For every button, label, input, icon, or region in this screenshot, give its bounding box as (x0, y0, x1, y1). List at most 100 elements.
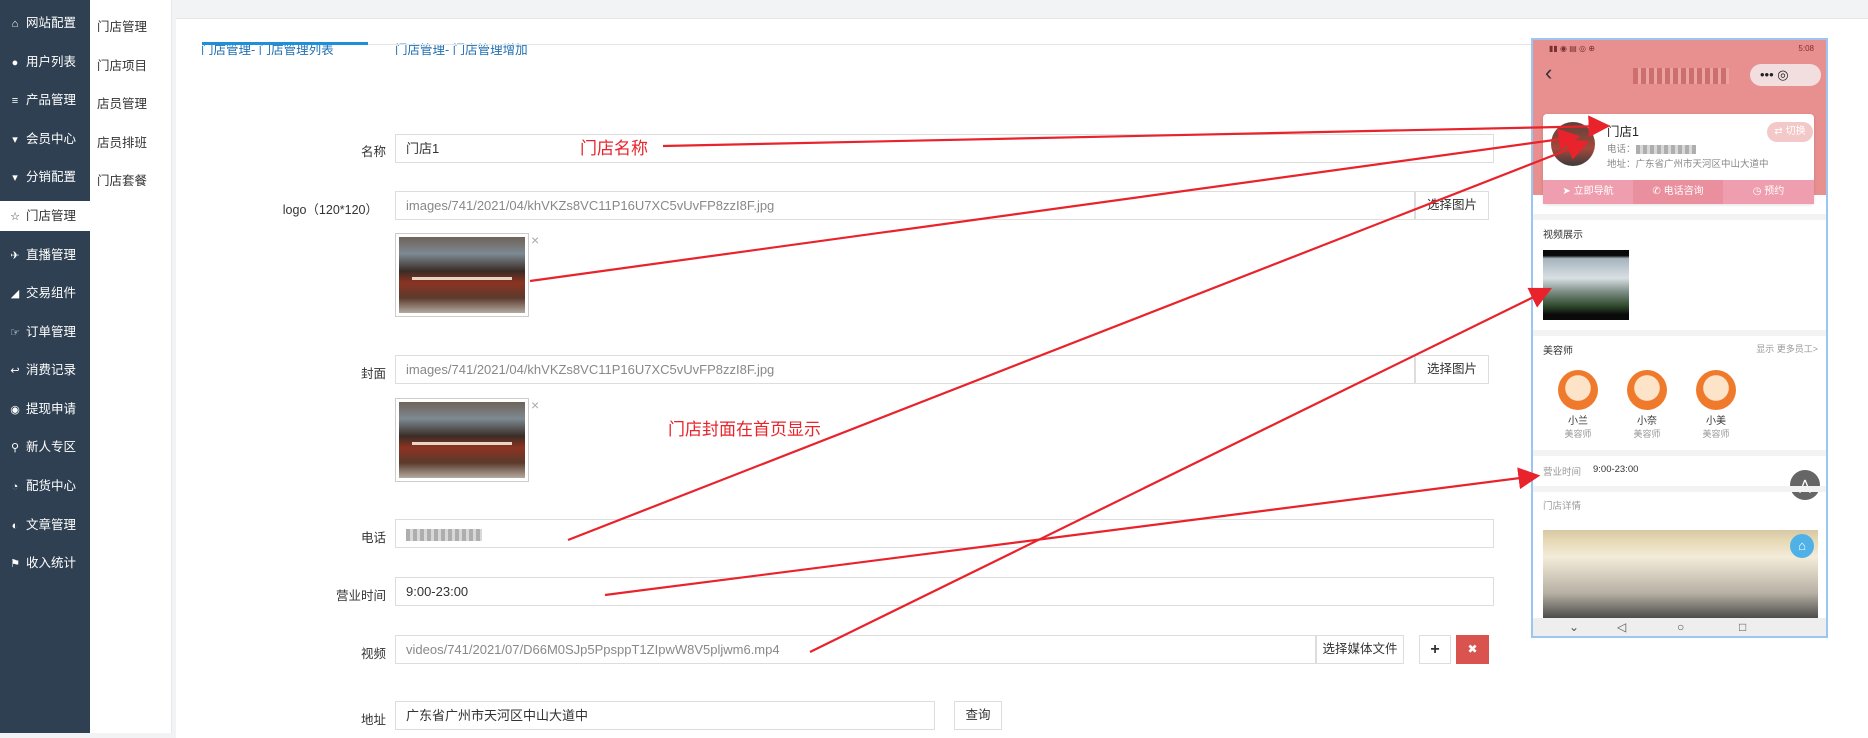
sidebar-item-label: 配货中心 (26, 479, 77, 493)
share-icon[interactable]: ⋀ (1790, 470, 1820, 500)
logo-remove-icon[interactable]: × (531, 232, 539, 248)
sidebar-item[interactable]: ▾ 会员中心 (0, 124, 90, 154)
cover-thumbnail (395, 398, 529, 482)
home-circle-icon[interactable]: ○ (1677, 620, 1684, 634)
navigate-icon: ➤ (1562, 186, 1574, 197)
sidebar-item[interactable]: ▾ 分销配置 (0, 162, 90, 192)
subnav-item[interactable]: 店员管理 (97, 93, 147, 112)
home-icon[interactable]: ⌂ (1790, 534, 1814, 558)
sidebar-item[interactable]: ◉ 提现申请 (0, 394, 90, 424)
subnav-item[interactable]: 店员排班 (97, 132, 147, 151)
preview-store-phone: 电话： (1607, 141, 1696, 155)
swap-icon: ⇄ (1774, 126, 1786, 137)
sidebar-item-label: 产品管理 (26, 93, 77, 107)
clock-icon: ◷ (1752, 186, 1765, 197)
video-label: 视频 (360, 647, 386, 661)
thumb-icon: ☞ (10, 327, 20, 339)
preview-staff-item[interactable]: 小奈 美容师 (1622, 370, 1672, 440)
sidebar-item[interactable]: ◐ 文章管理 (0, 510, 90, 540)
video-select-button[interactable]: 选择媒体文件 (1316, 635, 1404, 664)
redacted-phone (1635, 144, 1696, 154)
preview-switch-button[interactable]: ⇄ 切换 (1767, 122, 1813, 142)
preview-more-staff-link[interactable]: 显示 更多员工> (1756, 342, 1818, 355)
subnav-item[interactable]: 门店项目 (97, 55, 147, 74)
sidebar-item[interactable]: ● 用户列表 (0, 47, 90, 77)
cover-path-input[interactable]: images/741/2021/04/khVKZs8VC11P16U7XC5vU… (395, 355, 1415, 384)
sidebar-item[interactable]: ↩ 消费记录 (0, 355, 90, 385)
sidebar-item-label: 直播管理 (26, 248, 77, 262)
sidebar-item[interactable]: ✈ 直播管理 (0, 240, 90, 270)
preview-staff-item[interactable]: 小美 美容师 (1691, 370, 1741, 440)
sidebar-item-label: 收入统计 (26, 556, 77, 570)
sidebar-item-label: 订单管理 (26, 325, 77, 339)
logo-select-button[interactable]: 选择图片 (1415, 191, 1489, 220)
preview-back-icon[interactable]: ‹ (1545, 60, 1552, 86)
sidebar-item-label: 会员中心 (26, 132, 77, 146)
cover-select-button[interactable]: 选择图片 (1415, 355, 1489, 384)
list-icon: ≡ (11, 95, 19, 107)
android-nav-bar: ⌄ ◁ ○ □ (1533, 618, 1826, 636)
preview-video-thumbnail[interactable] (1543, 250, 1629, 320)
preview-hours-value: 9:00-23:00 (1593, 464, 1639, 475)
subnav-item[interactable]: 门店套餐 (97, 170, 147, 189)
video-remove-button[interactable]: ✖ (1456, 635, 1489, 664)
sidebar-item-label: 提现申请 (26, 402, 77, 416)
home-icon: ⌂ (11, 18, 19, 30)
video-path-input[interactable]: videos/741/2021/07/D66M0SJp5PpsppT1ZIpwW… (395, 635, 1316, 664)
preview-staff-section-title: 美容师 (1543, 346, 1573, 357)
logo-path-input[interactable]: images/741/2021/04/khVKZs8VC11P16U7XC5vU… (395, 191, 1415, 220)
preview-capsule-menu[interactable]: ••• ◎ (1750, 64, 1821, 86)
sidebar-item[interactable]: ⚑ 收入统计 (0, 548, 90, 578)
mobile-preview: ▮▮ ◉ ▤ ◎ ⊕ 5:08 ‹ ••• ◎ 门店1 电话： 地址：广东省广州… (1531, 38, 1828, 638)
subnav-item[interactable]: 门店管理 (97, 16, 147, 35)
pin-icon: ⚲ (10, 442, 20, 454)
address-input[interactable]: 广东省广州市天河区中山大道中 (395, 701, 935, 730)
preview-statusbar: ▮▮ ◉ ▤ ◎ ⊕ (1549, 44, 1595, 53)
phone-input[interactable] (395, 519, 1494, 548)
preview-hours-label: 营业时间 (1543, 467, 1582, 478)
preview-store-avatar (1551, 122, 1595, 166)
preview-status-time: 5:08 (1798, 44, 1814, 53)
preview-store-address: 地址：广东省广州市天河区中山大道中 (1607, 159, 1769, 170)
sidebar-item-label: 门店管理 (26, 209, 77, 223)
sidebar-item[interactable]: ⚲ 新人专区 (0, 432, 90, 462)
phone-icon: ✆ (1652, 186, 1664, 197)
user-icon: ● (11, 57, 19, 69)
sidebar-item[interactable]: ☞ 订单管理 (0, 317, 90, 347)
sidebar-item[interactable]: ☆ 门店管理 (0, 201, 90, 231)
annotation-cover-note: 门店封面在首页显示 (668, 420, 821, 439)
sidebar-item[interactable]: ◢ 交易组件 (0, 278, 90, 308)
sidebar-item[interactable]: ◔ 配货中心 (0, 471, 90, 501)
hours-input[interactable]: 9:00-23:00 (395, 577, 1494, 606)
annotation-store-name: 门店名称 (580, 139, 648, 158)
cover-remove-icon[interactable]: × (531, 397, 539, 413)
sidebar-item-label: 新人专区 (26, 440, 77, 454)
back-triangle-icon[interactable]: ◁ (1617, 620, 1626, 634)
video-add-button[interactable]: + (1419, 635, 1451, 664)
eraser-icon: ◢ (10, 288, 20, 300)
subnav: 门店管理门店项目店员管理店员排班门店套餐 (90, 0, 172, 733)
address-label: 地址 (360, 713, 386, 727)
cart-icon: ▾ (12, 172, 18, 184)
recents-square-icon[interactable]: □ (1739, 620, 1746, 634)
wechat-icon: ◉ (10, 404, 20, 416)
preview-navigate-button[interactable]: ➤ 立即导航 (1543, 180, 1633, 204)
name-input[interactable]: 门店1 (395, 134, 1494, 163)
reply-icon: ↩ (10, 365, 20, 377)
phone-label: 电话 (360, 531, 386, 545)
preview-detail-section-title: 门店详情 (1543, 501, 1582, 512)
staff-avatar (1696, 370, 1736, 410)
staff-avatar (1558, 370, 1598, 410)
chevron-down-icon[interactable]: ⌄ (1569, 620, 1579, 634)
preview-call-button[interactable]: ✆ 电话咨询 (1633, 180, 1723, 204)
sidebar-item-label: 用户列表 (26, 55, 77, 69)
tab-store-add[interactable]: 门店管理- 门店管理增加 (395, 39, 528, 58)
preview-staff-item[interactable]: 小兰 美容师 (1553, 370, 1603, 440)
preview-store-name: 门店1 (1607, 125, 1639, 139)
tab-active-indicator (202, 42, 368, 45)
preview-book-button[interactable]: ◷ 预约 (1723, 180, 1814, 204)
sidebar-item[interactable]: ⌂ 网站配置 (0, 8, 90, 38)
pie-icon: ◔ (11, 481, 19, 493)
address-query-button[interactable]: 查询 (954, 701, 1002, 730)
sidebar-item[interactable]: ≡ 产品管理 (0, 85, 90, 115)
